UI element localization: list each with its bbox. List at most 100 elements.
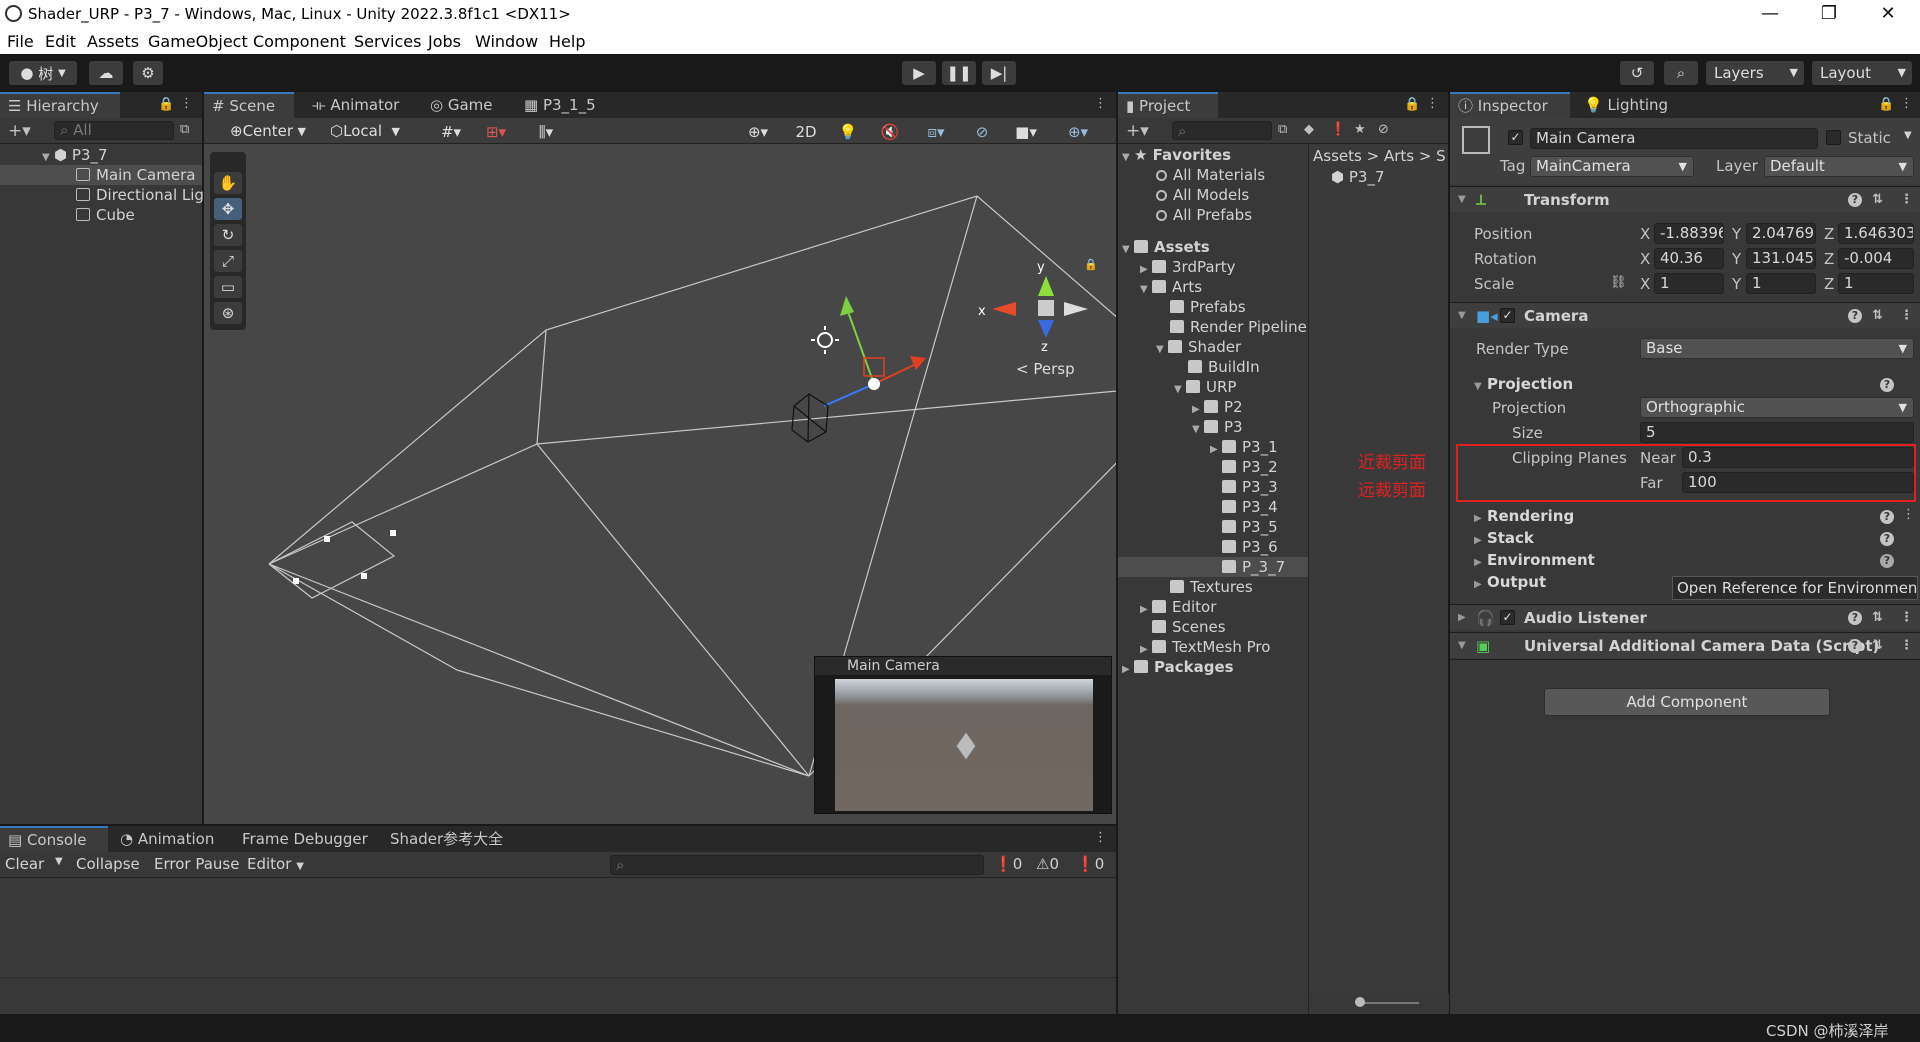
folder-row[interactable]: P3_3: [1118, 477, 1308, 497]
gizmo-z-cone[interactable]: [1038, 320, 1054, 338]
breadcrumb-item[interactable]: S: [1436, 147, 1446, 165]
grid-snap-icon[interactable]: #▾: [430, 121, 472, 142]
tab-hierarchy[interactable]: ☰ Hierarchy: [0, 92, 120, 118]
gizmo-center-cube[interactable]: [1038, 300, 1054, 316]
collapse-button[interactable]: Collapse: [76, 855, 140, 873]
static-checkbox[interactable]: [1826, 130, 1841, 145]
shading-mode-icon[interactable]: ⊕▾: [738, 121, 778, 142]
log-count-toggle[interactable]: ❗0: [994, 855, 1022, 873]
foldout-arrow-icon[interactable]: ▼: [1458, 187, 1466, 213]
play-button[interactable]: ▶: [902, 61, 936, 85]
gizmo-neg-x-cone[interactable]: [1064, 302, 1088, 316]
audio-listener-header[interactable]: ▶ 🎧 ✓ Audio Listener ? ⇅ ⋮: [1450, 604, 1920, 630]
preset-icon[interactable]: ⇅: [1872, 187, 1883, 213]
menu-edit[interactable]: Edit: [45, 32, 76, 51]
hidden-packages-icon[interactable]: ⊘: [1378, 122, 1389, 137]
folder-row[interactable]: Textures: [1118, 577, 1308, 597]
folder-row-selected[interactable]: P_3_7: [1118, 557, 1308, 577]
asset-file-item[interactable]: ⬢ P3_7: [1309, 167, 1448, 187]
clear-button[interactable]: Clear: [5, 855, 44, 873]
folder-row[interactable]: ▶ Editor: [1118, 597, 1308, 617]
environment-foldout[interactable]: ▶ Environment: [1474, 551, 1595, 569]
foldout-arrow-icon[interactable]: ▶: [1458, 605, 1466, 631]
folder-row[interactable]: ▼ P3: [1118, 417, 1308, 437]
clear-options-icon[interactable]: ▼: [55, 856, 63, 867]
tab-frame-debugger[interactable]: Frame Debugger: [234, 826, 378, 852]
search-icon[interactable]: ⌕: [1664, 61, 1698, 85]
camera-header[interactable]: ▼ ■◂ ✓ Camera ? ⇅ ⋮: [1450, 302, 1920, 328]
log-filter-icon[interactable]: ❗: [1330, 122, 1346, 137]
panel-menu-icon[interactable]: ⋮: [1900, 96, 1913, 111]
lock-icon[interactable]: 🔒: [1878, 97, 1894, 112]
tab-lighting[interactable]: 💡 Lighting: [1576, 92, 1676, 118]
tab-animator[interactable]: ⟛ Animator: [304, 92, 404, 118]
lock-icon[interactable]: 🔒: [1084, 258, 1098, 271]
object-name-input[interactable]: Main Camera: [1530, 128, 1818, 149]
tag-dropdown[interactable]: MainCamera ▼: [1530, 156, 1694, 177]
render-type-dropdown[interactable]: Base ▼: [1640, 338, 1914, 359]
tab-p3-1-5[interactable]: ▦ P3_1_5: [516, 92, 606, 118]
hierarchy-item-main-camera[interactable]: Main Camera: [0, 165, 202, 185]
history-icon[interactable]: ↺: [1620, 61, 1654, 85]
foldout-arrow-icon[interactable]: ▼: [1458, 303, 1466, 329]
orientation-gizmo[interactable]: y x z 🔒 < Persp: [974, 258, 1098, 378]
folder-row[interactable]: ▶ P2: [1118, 397, 1308, 417]
project-search-input[interactable]: ⌕: [1172, 121, 1272, 140]
menu-jobs[interactable]: Jobs: [428, 32, 461, 51]
favorites-item[interactable]: All Models: [1118, 185, 1308, 205]
component-menu-icon[interactable]: ⋮: [1900, 303, 1913, 329]
stack-foldout[interactable]: ▶ Stack: [1474, 529, 1534, 547]
folder-row[interactable]: Render Pipeline: [1118, 317, 1308, 337]
folder-row[interactable]: P3_4: [1118, 497, 1308, 517]
folder-row[interactable]: P3_5: [1118, 517, 1308, 537]
assets-row[interactable]: ▼ Assets: [1118, 237, 1308, 257]
preset-icon[interactable]: ⇅: [1872, 303, 1883, 329]
add-icon[interactable]: +▾: [8, 121, 31, 141]
folder-row[interactable]: ▶ P3_1: [1118, 437, 1308, 457]
scene-root-row[interactable]: ▼ ⬢ P3_7: [0, 145, 202, 165]
menu-file[interactable]: File: [7, 32, 34, 51]
position-y-input[interactable]: 2.047697: [1746, 223, 1816, 244]
folder-row[interactable]: Scenes: [1118, 617, 1308, 637]
rendering-foldout[interactable]: ▶ Rendering: [1474, 507, 1574, 525]
help-icon[interactable]: ?: [1880, 532, 1894, 546]
folder-row[interactable]: BuildIn: [1118, 357, 1308, 377]
minimize-button[interactable]: —: [1750, 2, 1790, 26]
active-checkbox[interactable]: ✓: [1508, 130, 1523, 145]
menu-help[interactable]: Help: [549, 32, 585, 51]
camera-enabled-checkbox[interactable]: ✓: [1500, 308, 1515, 323]
folder-row[interactable]: ▼ Shader: [1118, 337, 1308, 357]
favorites-item[interactable]: All Materials: [1118, 165, 1308, 185]
rotation-z-input[interactable]: -0.004: [1838, 248, 1914, 269]
favorites-row[interactable]: ▼ ★ Favorites: [1118, 145, 1308, 165]
camera-settings-icon[interactable]: ■▾: [1004, 121, 1048, 142]
console-search-input[interactable]: ⌕: [610, 855, 984, 875]
scale-x-input[interactable]: 1: [1654, 273, 1724, 294]
collab-gear-icon[interactable]: ⚙: [133, 61, 163, 85]
scale-y-input[interactable]: 1: [1746, 273, 1816, 294]
hidden-objects-icon[interactable]: ⊘: [964, 121, 1000, 142]
folder-row[interactable]: Prefabs: [1118, 297, 1308, 317]
layout-dropdown[interactable]: Layout ▼: [1812, 61, 1912, 85]
help-icon[interactable]: ?: [1848, 309, 1862, 323]
rotation-x-input[interactable]: 40.36: [1654, 248, 1724, 269]
scale-z-input[interactable]: 1: [1838, 273, 1914, 294]
position-z-input[interactable]: 1.646303: [1838, 223, 1914, 244]
tab-console[interactable]: ▤ Console: [0, 826, 108, 852]
foldout-arrow-icon[interactable]: ▼: [1458, 633, 1466, 659]
close-button[interactable]: ✕: [1868, 2, 1908, 26]
position-x-input[interactable]: -1.88396: [1654, 223, 1724, 244]
preset-icon[interactable]: ⇅: [1872, 633, 1883, 659]
zoom-slider-thumb[interactable]: [1355, 997, 1365, 1007]
layers-dropdown[interactable]: Layers ▼: [1706, 61, 1804, 85]
help-icon-hover[interactable]: ?: [1880, 554, 1894, 568]
tab-inspector[interactable]: ⓘ Inspector: [1450, 92, 1570, 118]
size-input[interactable]: 5: [1640, 422, 1914, 443]
hierarchy-item-cube[interactable]: Cube: [0, 205, 202, 225]
preset-icon[interactable]: ⇅: [1872, 605, 1883, 631]
audio-listener-checkbox[interactable]: ✓: [1500, 610, 1515, 625]
folder-row[interactable]: P3_2: [1118, 457, 1308, 477]
layer-dropdown[interactable]: Default ▼: [1764, 156, 1914, 177]
warning-count-toggle[interactable]: ⚠0: [1036, 855, 1059, 873]
help-icon[interactable]: ?: [1848, 611, 1862, 625]
